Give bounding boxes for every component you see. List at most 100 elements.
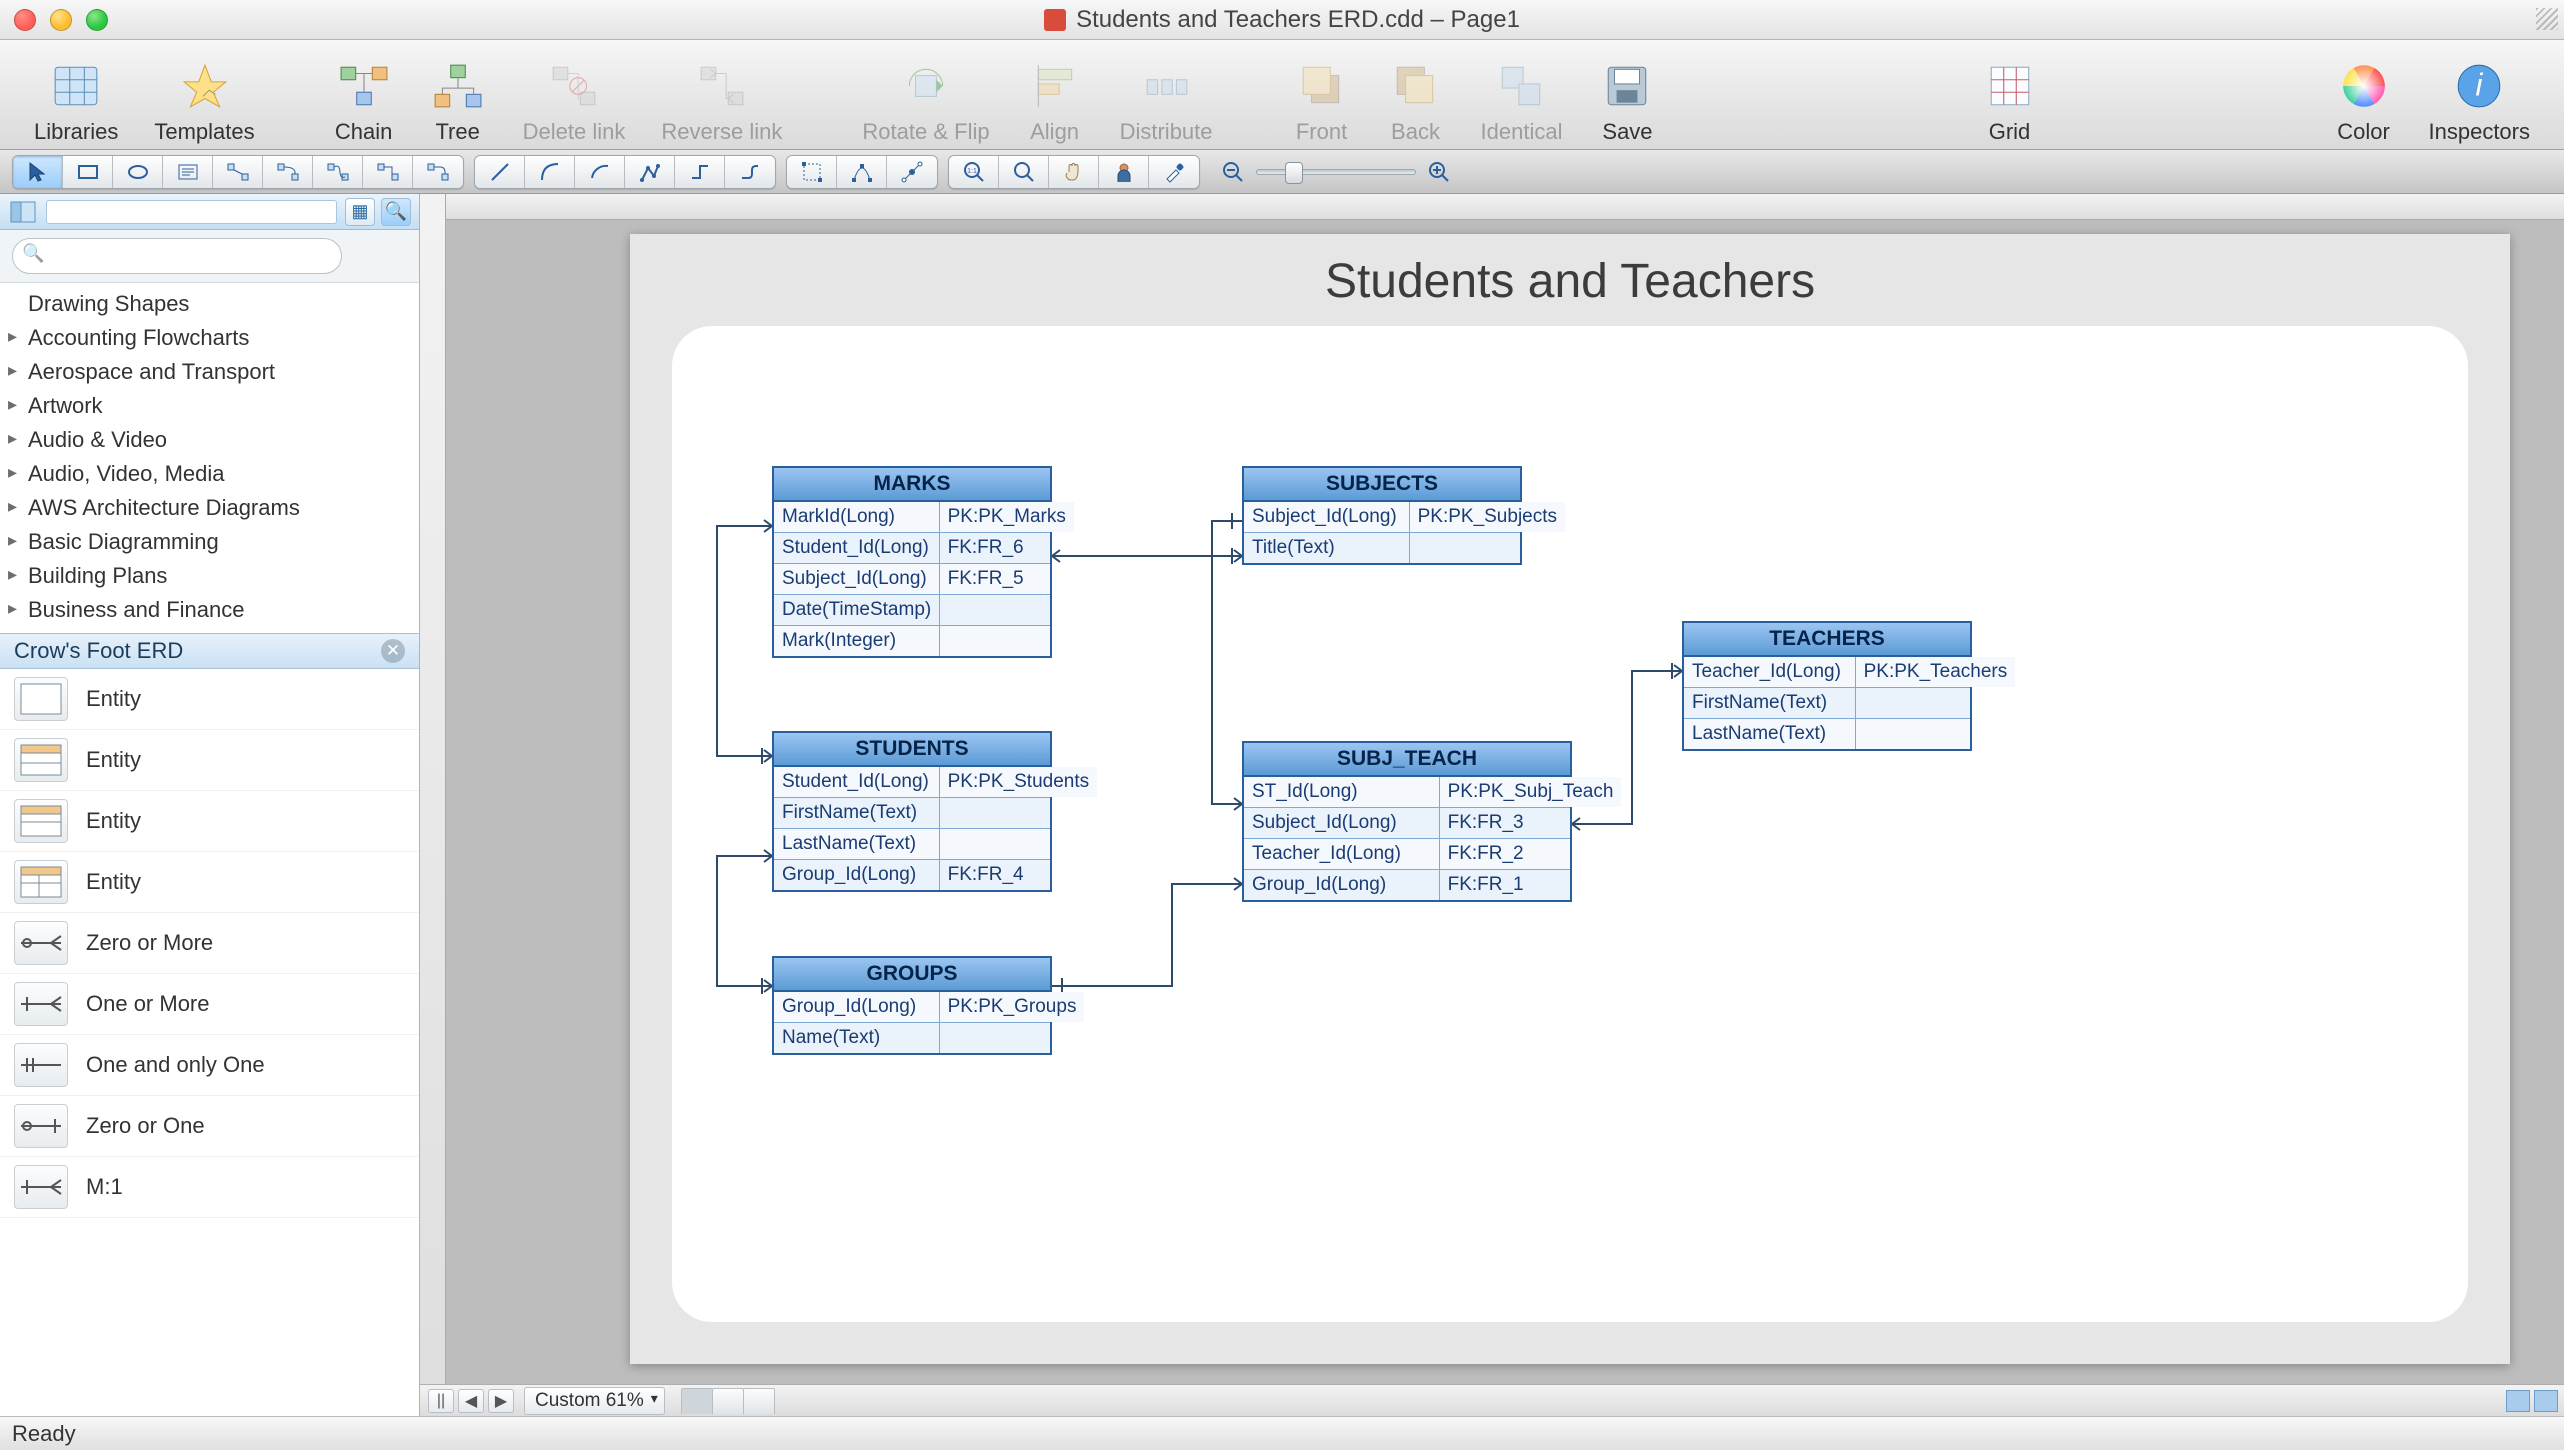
entity-row[interactable]: Subject_Id(Long)PK:PK_Subjects <box>1244 502 1520 533</box>
align-button[interactable]: Align <box>1008 40 1102 149</box>
eyedropper-tool[interactable] <box>1149 156 1199 188</box>
page[interactable]: Students and Teachers <box>630 234 2510 1364</box>
connector-round-tool[interactable] <box>413 156 463 188</box>
zoom-select[interactable]: Custom 61% <box>524 1387 665 1415</box>
entity-row[interactable]: Date(TimeStamp) <box>774 595 1050 626</box>
pagebar-icon-2[interactable] <box>2534 1390 2558 1412</box>
connector-bezier-tool[interactable] <box>313 156 363 188</box>
pagebar-split-button[interactable]: || <box>428 1389 454 1413</box>
node-edit-tool[interactable] <box>787 156 837 188</box>
entity-row[interactable]: Teacher_Id(Long)PK:PK_Teachers <box>1684 657 1970 688</box>
entity-groups[interactable]: GROUPS Group_Id(Long)PK:PK_GroupsName(Te… <box>772 956 1052 1055</box>
hand-tool[interactable] <box>1049 156 1099 188</box>
shape-item[interactable]: One or More <box>0 974 419 1035</box>
minimize-window-button[interactable] <box>50 9 72 31</box>
connector-arc-tool[interactable] <box>263 156 313 188</box>
shape-item[interactable]: Entity <box>0 669 419 730</box>
shape-item[interactable]: Entity <box>0 730 419 791</box>
identical-button[interactable]: Identical <box>1463 40 1581 149</box>
pagebar-icon-1[interactable] <box>2506 1390 2530 1412</box>
chain-button[interactable]: Chain <box>317 40 411 149</box>
entity-row[interactable]: Student_Id(Long)FK:FR_6 <box>774 533 1050 564</box>
entity-row[interactable]: LastName(Text) <box>774 829 1050 860</box>
pagebar-prev-button[interactable]: ◀ <box>458 1389 484 1413</box>
text-tool[interactable] <box>163 156 213 188</box>
zoom-actual-tool[interactable]: 1:1 <box>949 156 999 188</box>
rotate-flip-button[interactable]: Rotate & Flip <box>844 40 1007 149</box>
entity-row[interactable]: FirstName(Text) <box>774 798 1050 829</box>
zoom-tool[interactable] <box>999 156 1049 188</box>
tree-category[interactable]: Basic Diagramming <box>0 525 419 559</box>
entity-row[interactable]: ST_Id(Long)PK:PK_Subj_Teach <box>1244 777 1570 808</box>
tree-category[interactable]: AWS Architecture Diagrams <box>0 491 419 525</box>
grid-button[interactable]: Grid <box>1963 40 2057 149</box>
sidebar-filter-input[interactable] <box>46 200 337 224</box>
library-panel-icon[interactable] <box>8 200 38 224</box>
entity-row[interactable]: LastName(Text) <box>1684 719 1970 749</box>
templates-button[interactable]: Templates <box>136 40 272 149</box>
entity-marks[interactable]: MARKS MarkId(Long)PK:PK_MarksStudent_Id(… <box>772 466 1052 658</box>
zoom-out-button[interactable] <box>1218 157 1248 187</box>
delete-link-button[interactable]: Delete link <box>505 40 644 149</box>
front-button[interactable]: Front <box>1275 40 1369 149</box>
zoom-window-button[interactable] <box>86 9 108 31</box>
entity-row[interactable]: Teacher_Id(Long)FK:FR_2 <box>1244 839 1570 870</box>
shape-item[interactable]: Zero or More <box>0 913 419 974</box>
tree-category[interactable]: Artwork <box>0 389 419 423</box>
libraries-button[interactable]: Libraries <box>16 40 136 149</box>
shape-item[interactable]: One and only One <box>0 1035 419 1096</box>
view-search-button[interactable]: 🔍 <box>381 198 411 226</box>
entity-row[interactable]: Name(Text) <box>774 1023 1050 1053</box>
entity-row[interactable]: Student_Id(Long)PK:PK_Students <box>774 767 1050 798</box>
tree-category[interactable]: Audio, Video, Media <box>0 457 419 491</box>
zoom-in-button[interactable] <box>1424 157 1454 187</box>
entity-row[interactable]: FirstName(Text) <box>1684 688 1970 719</box>
save-button[interactable]: Save <box>1580 40 1674 149</box>
shape-item[interactable]: M:1 <box>0 1157 419 1218</box>
segment-edit-tool[interactable] <box>837 156 887 188</box>
entity-students[interactable]: STUDENTS Student_Id(Long)PK:PK_StudentsF… <box>772 731 1052 892</box>
active-library-header[interactable]: Crow's Foot ERD ✕ <box>0 633 419 669</box>
entity-row[interactable]: Subject_Id(Long)FK:FR_3 <box>1244 808 1570 839</box>
entity-row[interactable]: Group_Id(Long)FK:FR_4 <box>774 860 1050 890</box>
pagebar-next-button[interactable]: ▶ <box>488 1389 514 1413</box>
close-window-button[interactable] <box>14 9 36 31</box>
shape-search-input[interactable] <box>12 238 342 274</box>
distribute-button[interactable]: Distribute <box>1102 40 1231 149</box>
resize-handle-icon[interactable] <box>2536 8 2558 30</box>
view-grid-button[interactable]: ▦ <box>345 198 375 226</box>
page-tab-3[interactable] <box>743 1388 775 1414</box>
entity-teachers[interactable]: TEACHERS Teacher_Id(Long)PK:PK_TeachersF… <box>1682 621 1972 751</box>
elbow-round-tool[interactable] <box>725 156 775 188</box>
line-tool[interactable] <box>475 156 525 188</box>
tree-category[interactable]: Accounting Flowcharts <box>0 321 419 355</box>
inspectors-button[interactable]: i Inspectors <box>2411 40 2549 149</box>
rect-tool[interactable] <box>63 156 113 188</box>
shape-item[interactable]: Zero or One <box>0 1096 419 1157</box>
page-tab-1[interactable] <box>681 1388 713 1414</box>
tree-category[interactable]: Aerospace and Transport <box>0 355 419 389</box>
entity-row[interactable]: Group_Id(Long)FK:FR_1 <box>1244 870 1570 900</box>
tree-category[interactable]: Audio & Video <box>0 423 419 457</box>
entity-row[interactable]: Subject_Id(Long)FK:FR_5 <box>774 564 1050 595</box>
spline-tool[interactable] <box>525 156 575 188</box>
pointer-tool[interactable] <box>13 156 63 188</box>
connector-direct-tool[interactable] <box>213 156 263 188</box>
presentation-tool[interactable] <box>1099 156 1149 188</box>
back-button[interactable]: Back <box>1369 40 1463 149</box>
connector-smart-tool[interactable] <box>363 156 413 188</box>
entity-row[interactable]: Title(Text) <box>1244 533 1520 563</box>
handle-edit-tool[interactable] <box>887 156 937 188</box>
ellipse-tool[interactable] <box>113 156 163 188</box>
polyline-tool[interactable] <box>625 156 675 188</box>
arc-line-tool[interactable] <box>575 156 625 188</box>
tree-button[interactable]: Tree <box>411 40 505 149</box>
entity-subj-teach[interactable]: SUBJ_TEACH ST_Id(Long)PK:PK_Subj_TeachSu… <box>1242 741 1572 902</box>
entity-row[interactable]: MarkId(Long)PK:PK_Marks <box>774 502 1050 533</box>
reverse-link-button[interactable]: Reverse link <box>643 40 800 149</box>
entity-row[interactable]: Group_Id(Long)PK:PK_Groups <box>774 992 1050 1023</box>
shape-item[interactable]: Entity <box>0 852 419 913</box>
tree-category[interactable]: Business and Finance <box>0 593 419 627</box>
color-button[interactable]: Color <box>2317 40 2411 149</box>
zoom-thumb[interactable] <box>1285 162 1303 184</box>
